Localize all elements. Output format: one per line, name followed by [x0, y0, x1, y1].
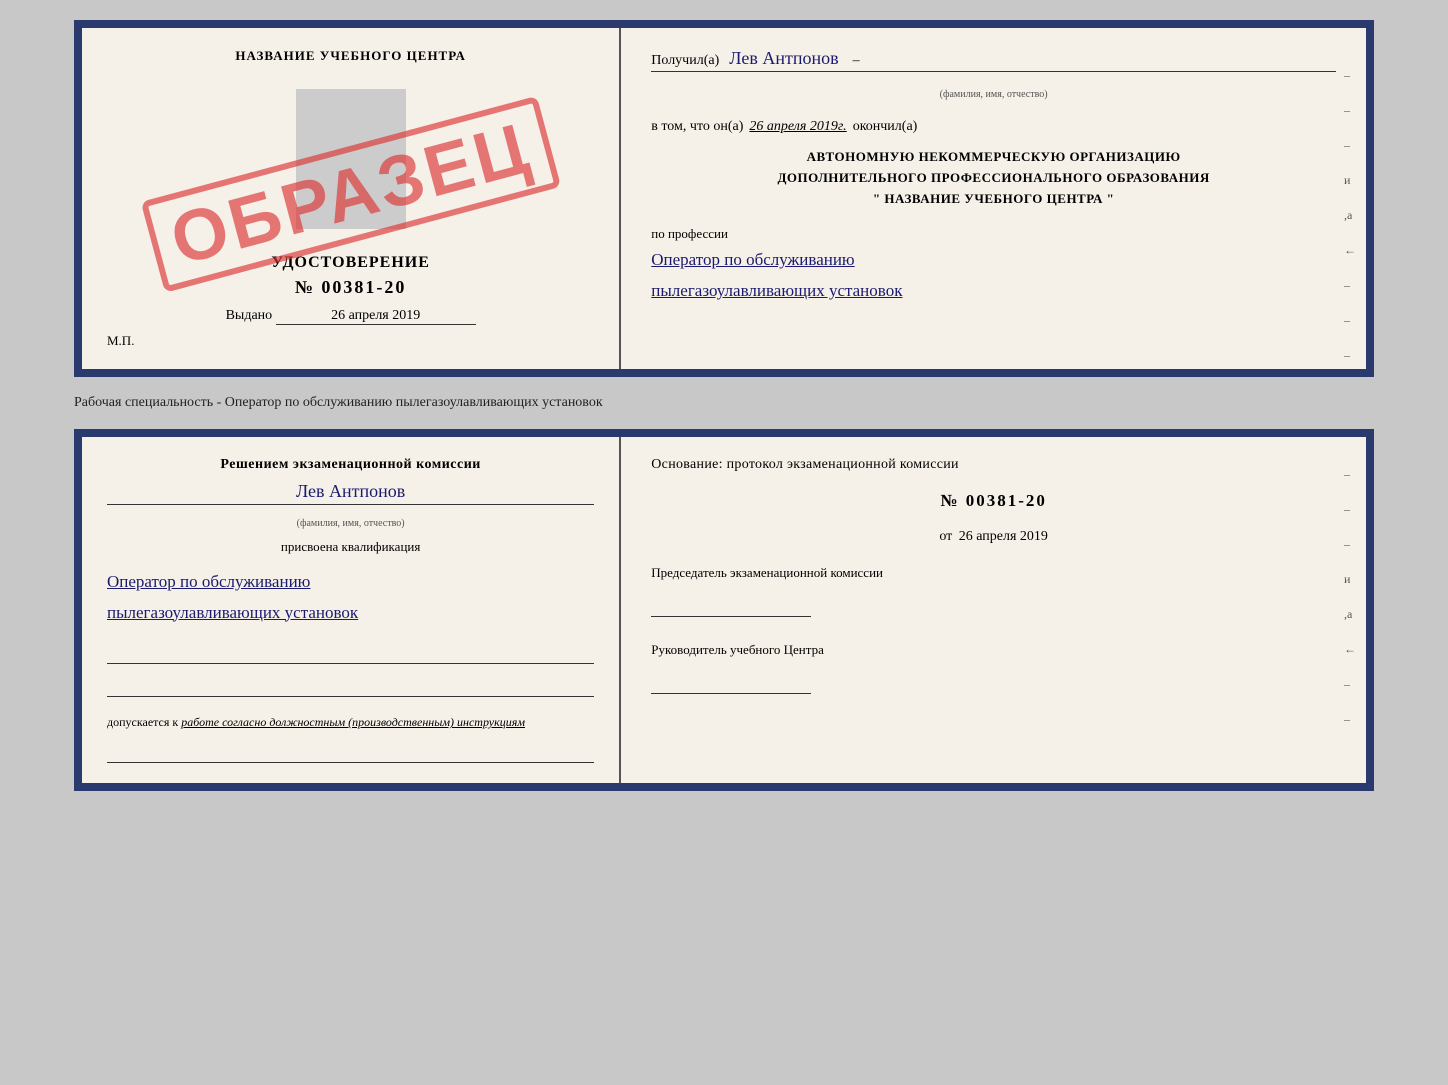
- b-dash-1: –: [1344, 467, 1356, 482]
- document-container: НАЗВАНИЕ УЧЕБНОГО ЦЕНТРА УДОСТОВЕРЕНИЕ №…: [74, 20, 1374, 791]
- protocol-number: № 00381-20: [651, 491, 1336, 511]
- dash-5: ,а: [1344, 208, 1356, 223]
- profession-line2: пылегазоулавливающих установок: [651, 276, 1336, 307]
- name-subtext-label: (фамилия, имя, отчество): [940, 89, 1048, 100]
- completed-date: 26 апреля 2019г.: [749, 119, 846, 135]
- profession-line1: Оператор по обслуживанию: [651, 245, 1336, 276]
- right-dashes-top: – – – и ,а ← – – –: [1344, 68, 1356, 363]
- signature-line-3: [107, 743, 594, 763]
- from-prefix: от: [939, 529, 952, 544]
- received-prefix: Получил(а): [651, 53, 719, 69]
- bottom-name-subtext: (фамилия, имя, отчество): [107, 513, 594, 531]
- dash-9: –: [1344, 348, 1356, 363]
- cert-number: № 00381-20: [295, 277, 407, 298]
- dash-7: –: [1344, 278, 1356, 293]
- b-dash-8: –: [1344, 712, 1356, 727]
- profession-label: по профессии: [651, 226, 1336, 242]
- mp-line: М.П.: [107, 333, 134, 349]
- dash-6: ←: [1344, 243, 1356, 258]
- допускается-prefix: допускается к: [107, 715, 178, 729]
- bottom-document: Решением экзаменационной комиссии Лев Ан…: [74, 429, 1374, 791]
- assigned-label: присвоена квалификация: [107, 539, 594, 555]
- bottom-name-label: (фамилия, имя, отчество): [297, 518, 405, 529]
- qualification-line2: пылегазоулавливающих установок: [107, 598, 594, 629]
- separator-text: Рабочая специальность - Оператор по обсл…: [74, 387, 1374, 419]
- org-line1: АВТОНОМНУЮ НЕКОММЕРЧЕСКУЮ ОРГАНИЗАЦИЮ: [651, 147, 1336, 168]
- signature-line-2: [107, 677, 594, 697]
- bottom-doc-right: Основание: протокол экзаменационной коми…: [621, 437, 1366, 783]
- b-dash-7: –: [1344, 677, 1356, 692]
- chairman-signature-line: [651, 589, 811, 617]
- commission-header: Решением экзаменационной комиссии: [107, 457, 594, 473]
- bottom-name: Лев Антпонов: [296, 481, 405, 501]
- b-dash-4: и: [1344, 572, 1356, 587]
- right-dashes-bottom: – – – и ,а ← – –: [1344, 467, 1356, 727]
- dash-8: –: [1344, 313, 1356, 328]
- name-subtext-top: (фамилия, имя, отчество): [651, 84, 1336, 102]
- org-line3: " НАЗВАНИЕ УЧЕБНОГО ЦЕНТРА ": [651, 189, 1336, 210]
- completed-suffix: окончил(а): [853, 119, 918, 135]
- bottom-name-section: Лев Антпонов: [107, 481, 594, 505]
- b-dash-2: –: [1344, 502, 1356, 517]
- received-name: Лев Антпонов: [729, 48, 838, 69]
- qualification-line1: Оператор по обслуживанию: [107, 567, 594, 598]
- org-block: АВТОНОМНУЮ НЕКОММЕРЧЕСКУЮ ОРГАНИЗАЦИЮ ДО…: [651, 147, 1336, 209]
- issued-line: Выдано 26 апреля 2019: [226, 298, 476, 325]
- dash-1: –: [1344, 68, 1356, 83]
- signature-line-1: [107, 644, 594, 664]
- from-date-val: 26 апреля 2019: [959, 529, 1048, 544]
- issued-date: 26 апреля 2019: [276, 308, 476, 325]
- org-line2: ДОПОЛНИТЕЛЬНОГО ПРОФЕССИОНАЛЬНОГО ОБРАЗО…: [651, 168, 1336, 189]
- completed-prefix: в том, что он(а): [651, 119, 743, 135]
- bottom-doc-left: Решением экзаменационной комиссии Лев Ан…: [82, 437, 621, 783]
- photo-placeholder: [296, 89, 406, 229]
- dash-4: и: [1344, 173, 1356, 188]
- b-dash-5: ,а: [1344, 607, 1356, 622]
- completed-section: в том, что он(а) 26 апреля 2019г. окончи…: [651, 119, 1336, 135]
- issued-prefix: Выдано: [226, 308, 273, 323]
- допускается-text: работе согласно должностным (производств…: [181, 715, 525, 729]
- osnov-text: Основание: протокол экзаменационной коми…: [651, 457, 1336, 473]
- dash-2: –: [1344, 103, 1356, 118]
- cert-label: УДОСТОВЕРЕНИЕ: [271, 254, 430, 272]
- dash-3: –: [1344, 138, 1356, 153]
- top-doc-right: Получил(а) Лев Антпонов – (фамилия, имя,…: [621, 28, 1366, 369]
- top-doc-left: НАЗВАНИЕ УЧЕБНОГО ЦЕНТРА УДОСТОВЕРЕНИЕ №…: [82, 28, 621, 369]
- chairman-label: Председатель экзаменационной комиссии: [651, 565, 1336, 581]
- top-left-title: НАЗВАНИЕ УЧЕБНОГО ЦЕНТРА: [235, 48, 466, 64]
- b-dash-6: ←: [1344, 642, 1356, 657]
- допускается-block: допускается к работе согласно должностны…: [107, 715, 594, 730]
- from-date: от 26 апреля 2019: [651, 529, 1336, 545]
- chairman-block: Председатель экзаменационной комиссии: [651, 565, 1336, 617]
- b-dash-3: –: [1344, 537, 1356, 552]
- dash-after-name: –: [853, 53, 860, 69]
- top-document: НАЗВАНИЕ УЧЕБНОГО ЦЕНТРА УДОСТОВЕРЕНИЕ №…: [74, 20, 1374, 377]
- profession-block: по профессии Оператор по обслуживанию пы…: [651, 226, 1336, 306]
- received-section: Получил(а) Лев Антпонов –: [651, 48, 1336, 72]
- qualification-block: Оператор по обслуживанию пылегазоулавлив…: [107, 567, 594, 628]
- director-label: Руководитель учебного Центра: [651, 642, 1336, 658]
- director-signature-line: [651, 666, 811, 694]
- director-block: Руководитель учебного Центра: [651, 642, 1336, 694]
